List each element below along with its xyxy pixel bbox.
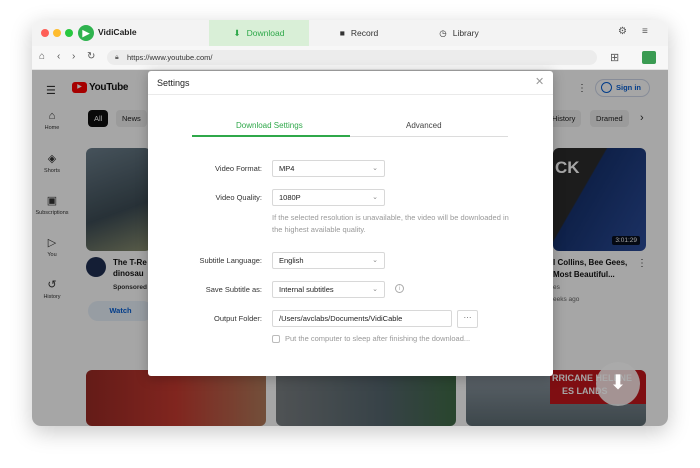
save-subtitle-select[interactable]: Internal subtitles ⌄ (272, 281, 385, 298)
minimize-window-button[interactable] (53, 29, 61, 37)
settings-title: Settings (157, 78, 190, 88)
menu-icon[interactable]: ≡ (642, 26, 648, 37)
close-window-button[interactable] (41, 29, 49, 37)
tab-download-label: Download (246, 28, 285, 38)
browse-folder-button[interactable]: ··· (457, 310, 478, 328)
sleep-option-label[interactable]: Put the computer to sleep after finishin… (285, 334, 470, 343)
title-bar: ▶ VidiCable ⬇ Download ■ Record ◷ Librar… (32, 20, 668, 46)
tab-library-label: Library (452, 28, 479, 38)
close-icon[interactable]: ✕ (535, 75, 544, 88)
settings-dialog: Settings ✕ Download Settings Advanced Vi… (148, 71, 553, 376)
save-subtitle-value: Internal subtitles (279, 285, 334, 294)
chevron-down-icon: ⌄ (372, 194, 378, 201)
subtitle-language-value: English (279, 256, 304, 265)
tab-library[interactable]: ◷ Library (409, 20, 509, 46)
output-folder-label: Output Folder: (214, 314, 262, 323)
active-tab-indicator (192, 135, 350, 137)
output-folder-value: /Users/avclabs/Documents/VidiCable (279, 314, 403, 323)
url-text: https://www.youtube.com/ (127, 53, 213, 62)
video-quality-label: Video Quality: (215, 193, 262, 202)
gear-icon[interactable]: ⚙ (618, 26, 627, 37)
camera-icon: ■ (339, 28, 345, 38)
chevron-down-icon: ⌄ (372, 165, 378, 172)
extension-icon[interactable] (642, 51, 656, 64)
lock-icon: 🔒︎ (115, 54, 119, 61)
info-icon[interactable]: i (395, 284, 404, 293)
tab-download[interactable]: ⬇ Download (209, 20, 309, 46)
tab-record[interactable]: ■ Record (309, 20, 409, 46)
back-icon[interactable]: ‹ (57, 51, 60, 62)
video-format-select[interactable]: MP4 ⌄ (272, 160, 385, 177)
tab-record-label: Record (350, 28, 379, 38)
floating-download-button[interactable]: ⬇ (596, 362, 640, 406)
video-format-value: MP4 (279, 164, 295, 173)
address-bar: ⌂ ‹ › ↻ 🔒︎ https://www.youtube.com/ ⊞ (32, 46, 668, 70)
video-quality-value: 1080P (279, 193, 301, 202)
download-icon: ⬇ (233, 27, 241, 38)
chevron-down-icon: ⌄ (372, 257, 378, 264)
video-format-label: Video Format: (215, 164, 262, 173)
subtitle-language-label: Subtitle Language: (199, 256, 262, 265)
save-subtitle-label: Save Subtitle as: (205, 285, 262, 294)
quality-hint: If the selected resolution is unavailabl… (272, 213, 509, 234)
forward-icon[interactable]: › (72, 51, 75, 62)
clock-icon: ◷ (439, 27, 447, 38)
zoom-window-button[interactable] (65, 29, 73, 37)
grid-icon[interactable]: ⊞ (610, 51, 619, 64)
app-name: VidiCable (98, 27, 137, 37)
subtitle-language-select[interactable]: English ⌄ (272, 252, 385, 269)
tab-download-settings[interactable]: Download Settings (236, 121, 303, 130)
download-arrow-icon: ⬇ (609, 372, 627, 394)
home-icon[interactable]: ⌂ (39, 51, 45, 62)
app-logo-icon: ▶ (78, 25, 94, 41)
video-quality-select[interactable]: 1080P ⌄ (272, 189, 385, 206)
output-folder-field[interactable]: /Users/avclabs/Documents/VidiCable (272, 310, 452, 327)
url-field[interactable]: 🔒︎ https://www.youtube.com/ (107, 50, 597, 65)
chevron-down-icon: ⌄ (372, 286, 378, 293)
tab-advanced[interactable]: Advanced (406, 121, 442, 130)
reload-icon[interactable]: ↻ (87, 51, 95, 62)
sleep-checkbox[interactable] (272, 335, 280, 343)
title-divider (148, 94, 553, 95)
top-tabs: ⬇ Download ■ Record ◷ Library (209, 20, 509, 46)
